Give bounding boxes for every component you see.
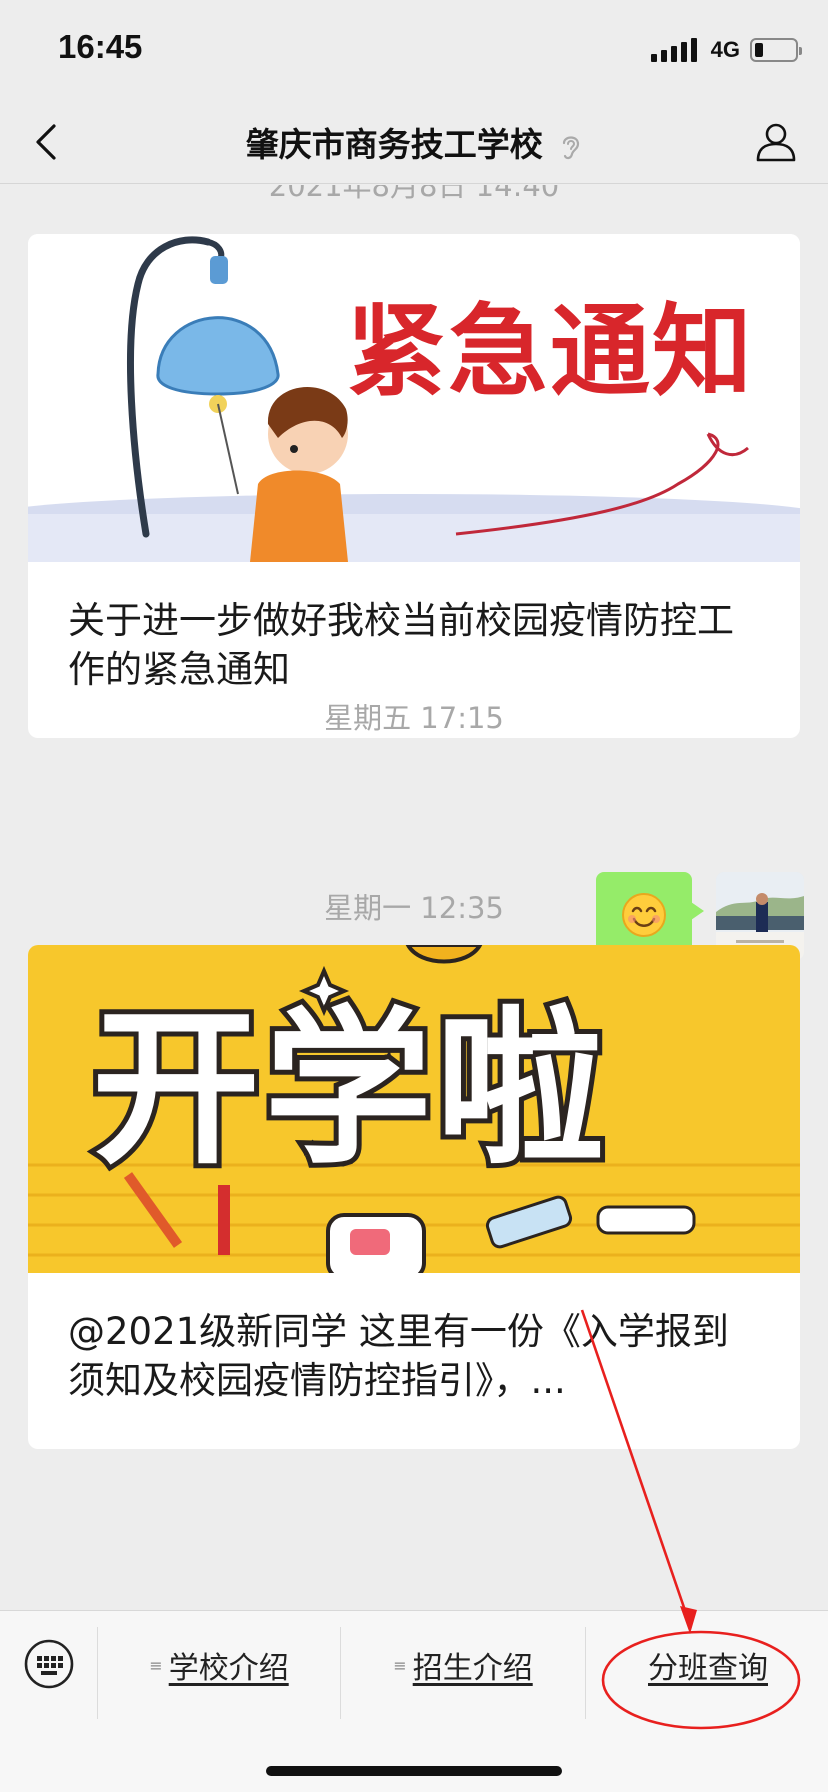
menu-label: 招生介绍 — [412, 1651, 533, 1686]
menu-school-intro[interactable]: ≡ 学校介绍 — [100, 1639, 338, 1691]
menu-label: 学校介绍 — [168, 1651, 289, 1686]
ear-icon — [563, 135, 580, 159]
article-title: @2021级新同学 这里有一份《入学报到须知及校园疫情防控指引》，... — [68, 1310, 729, 1402]
status-time: 16:45 — [58, 28, 143, 65]
menu-class-query[interactable]: 分班查询 — [588, 1639, 828, 1691]
page-title: 肇庆市商务技工学校 — [0, 118, 828, 166]
submenu-icon: ≡ — [149, 1655, 163, 1675]
article-card[interactable]: 开学啦 @2021级新同学 这里有一份《入学报到须知及校园疫情防控指引》，... — [28, 945, 800, 1449]
article-cover: 开学啦 — [28, 945, 800, 1273]
person-icon[interactable] — [752, 118, 800, 166]
timestamp: 星期五 17:15 — [324, 701, 504, 735]
chat-history[interactable]: 2021年8月8日 14:40 紧急通知 关于进一步做好我校当前校园疫情防控工作… — [0, 185, 828, 1610]
status-bar: 16:45 4G — [0, 0, 828, 100]
bottom-menu: ≡ 学校介绍 ≡ 招生介绍 分班查询 — [0, 1610, 828, 1792]
keyboard-icon[interactable] — [22, 1637, 76, 1691]
signal-icon — [650, 38, 701, 62]
menu-label: 分班查询 — [648, 1651, 768, 1686]
timestamp: 2021年8月8日 14:40 — [268, 185, 560, 203]
status-indicators: 4G — [650, 36, 802, 64]
cover-headline: 开学啦 — [87, 986, 609, 1192]
battery-fill — [755, 43, 763, 57]
submenu-icon: ≡ — [393, 1655, 407, 1675]
account-name: 肇庆市商务技工学校 — [245, 125, 543, 164]
article-card[interactable]: 紧急通知 关于进一步做好我校当前校园疫情防控工作的紧急通知 — [28, 234, 800, 738]
nav-bar: 肇庆市商务技工学校 — [0, 100, 828, 184]
cover-headline: 紧急通知 — [346, 292, 754, 410]
network-type: 4G — [710, 37, 740, 62]
home-indicator — [266, 1766, 562, 1776]
timestamp: 星期一 12:35 — [324, 891, 504, 925]
menu-admissions-intro[interactable]: ≡ 招生介绍 — [343, 1639, 583, 1691]
menu-divider — [585, 1627, 586, 1719]
battery-icon — [750, 38, 802, 62]
menu-divider — [340, 1627, 341, 1719]
menu-divider — [97, 1627, 98, 1719]
article-cover: 紧急通知 — [28, 234, 800, 562]
